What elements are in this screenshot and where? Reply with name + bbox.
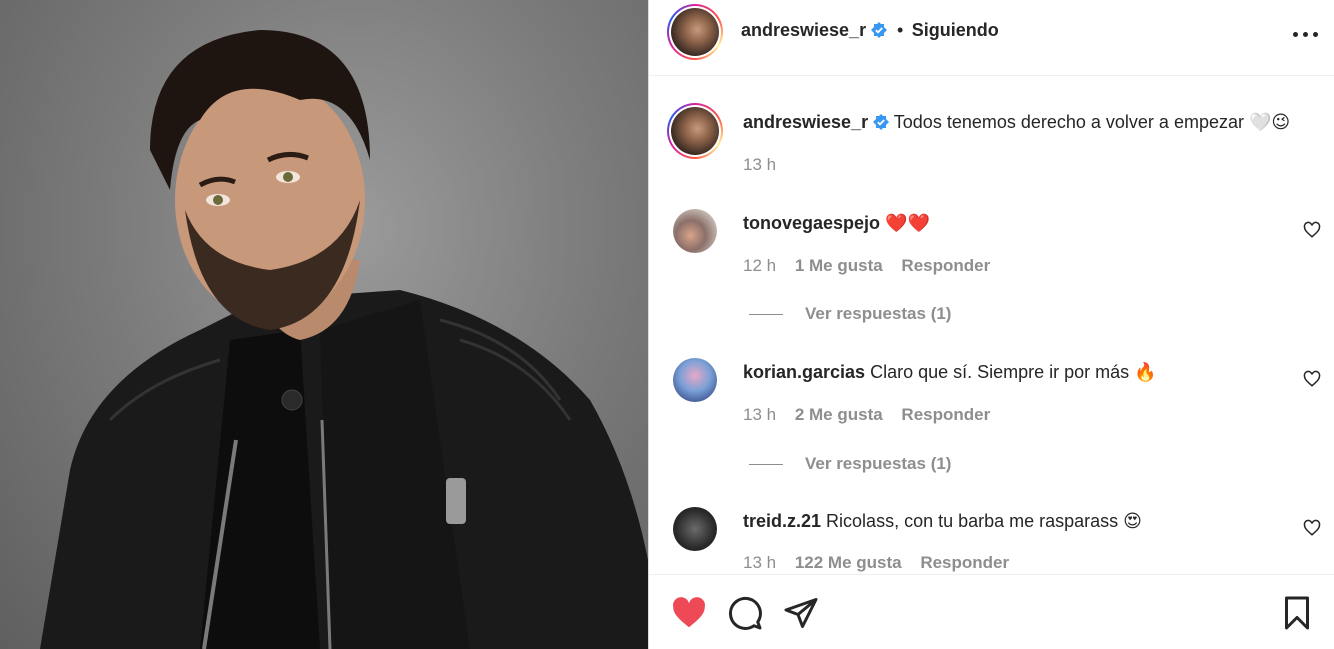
comment-likes[interactable]: 2 Me gusta [795, 405, 883, 424]
commenter-avatar[interactable] [673, 507, 717, 551]
separator-dot: • [896, 20, 904, 40]
comment-heart-icon[interactable] [1303, 519, 1321, 537]
verified-badge-icon [870, 22, 887, 38]
comment-likes[interactable]: 1 Me gusta [795, 256, 883, 275]
comment-text-line: treid.z.21 Ricolass, con tu barba me ras… [743, 509, 1142, 533]
portrait-illustration [40, 30, 648, 649]
comment-time[interactable]: 13 h [743, 553, 776, 572]
view-replies-button[interactable]: Ver respuestas (1) [749, 304, 951, 324]
post-actions-bar [649, 574, 1334, 649]
replies-divider [749, 464, 783, 466]
caption-meta: 13 h [743, 155, 790, 175]
comment-time[interactable]: 12 h [743, 256, 776, 275]
caption-text: Todos tenemos derecho a volver a empezar… [893, 112, 1291, 132]
caption-avatar[interactable] [667, 103, 723, 159]
heart-icon[interactable] [671, 595, 707, 631]
commenter-avatar[interactable] [673, 209, 717, 253]
comment-username[interactable]: treid.z.21 [743, 511, 821, 531]
comment-username[interactable]: tonovegaespejo [743, 213, 880, 233]
comment-meta: 12 h 1 Me gusta Responder [743, 256, 1004, 276]
comment-username[interactable]: korian.garcias [743, 362, 865, 382]
comment-text: Claro que sí. Siempre ir por más 🔥 [870, 362, 1157, 382]
comment-row: korian.garcias Claro que sí. Siempre ir … [649, 356, 1334, 476]
author-line: andreswiese_r • Siguiendo [741, 20, 999, 41]
bookmark-icon[interactable] [1279, 595, 1315, 631]
comment-meta: 13 h 2 Me gusta Responder [743, 405, 1004, 425]
caption-text-line: andreswiese_r Todos tenemos derecho a vo… [743, 110, 1290, 134]
comment-likes[interactable]: 122 Me gusta [795, 553, 902, 572]
view-replies-label: Ver respuestas (1) [805, 304, 952, 323]
caption-row: andreswiese_r Todos tenemos derecho a vo… [649, 99, 1334, 179]
comment-meta: 13 h 122 Me gusta Responder [743, 553, 1023, 573]
comment-row: tonovegaespejo ❤️❤️ 12 h 1 Me gusta Resp… [649, 207, 1334, 327]
verified-badge-icon [873, 114, 890, 130]
caption-username[interactable]: andreswiese_r [743, 112, 868, 132]
comments-list[interactable]: andreswiese_r Todos tenemos derecho a vo… [649, 77, 1334, 574]
reply-button[interactable]: Responder [901, 256, 990, 275]
following-button[interactable]: Siguiendo [912, 20, 999, 40]
comment-text: Ricolass, con tu barba me rasparass 😍 [826, 511, 1142, 531]
comment-icon[interactable] [727, 595, 763, 631]
comment-row: treid.z.21 Ricolass, con tu barba me ras… [649, 505, 1334, 574]
send-icon[interactable] [783, 595, 819, 631]
caption-time[interactable]: 13 h [743, 155, 776, 174]
comment-heart-icon[interactable] [1303, 221, 1321, 239]
more-horizontal-icon[interactable] [1293, 24, 1321, 44]
comment-text-line: korian.garcias Claro que sí. Siempre ir … [743, 360, 1157, 384]
comment-heart-icon[interactable] [1303, 370, 1321, 388]
comment-text-line: tonovegaespejo ❤️❤️ [743, 211, 930, 235]
author-avatar[interactable] [667, 4, 723, 60]
comment-text: ❤️❤️ [885, 213, 930, 233]
post-photo[interactable] [0, 0, 648, 649]
comment-time[interactable]: 13 h [743, 405, 776, 424]
author-username[interactable]: andreswiese_r [741, 20, 866, 40]
post-header: andreswiese_r • Siguiendo [649, 0, 1334, 76]
view-replies-label: Ver respuestas (1) [805, 454, 952, 473]
reply-button[interactable]: Responder [920, 553, 1009, 572]
replies-divider [749, 314, 783, 316]
view-replies-button[interactable]: Ver respuestas (1) [749, 454, 951, 474]
reply-button[interactable]: Responder [901, 405, 990, 424]
commenter-avatar[interactable] [673, 358, 717, 402]
post-side-panel: andreswiese_r • Siguiendo andreswiese_r [648, 0, 1334, 649]
